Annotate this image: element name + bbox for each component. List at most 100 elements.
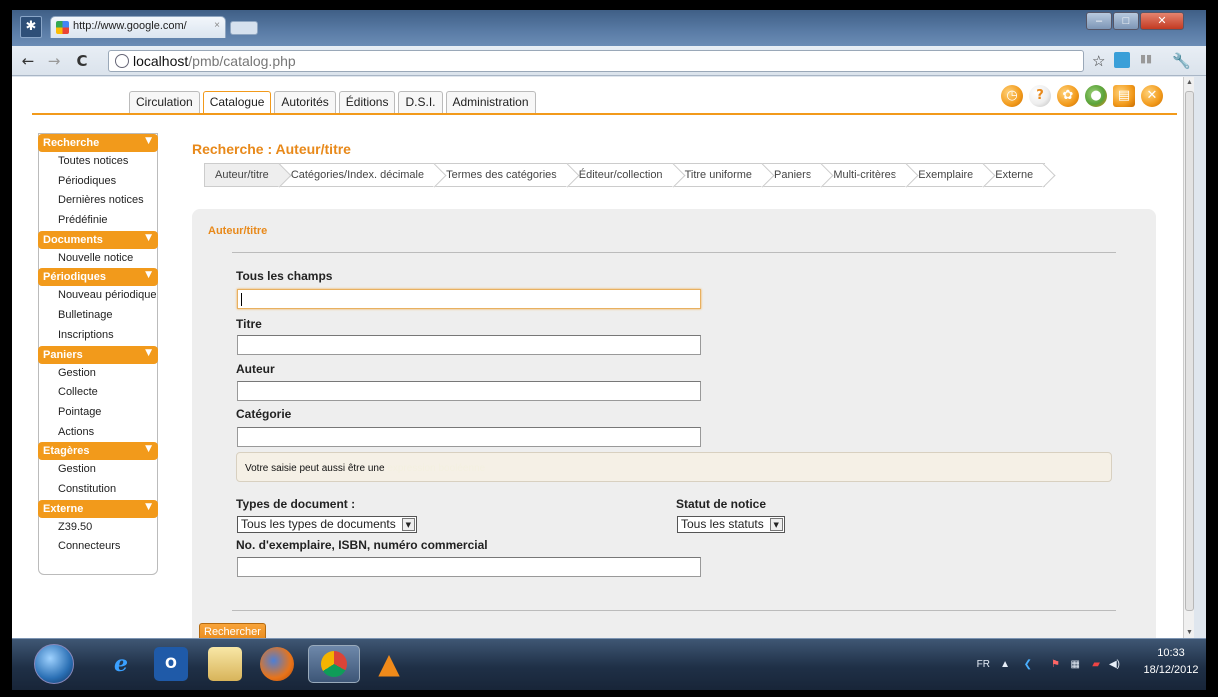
sidebar-item-collecte[interactable]: Collecte [39, 383, 157, 403]
wrench-icon[interactable]: 🔧 [1172, 52, 1191, 70]
forward-arrow-icon[interactable]: → [44, 51, 64, 71]
network-icon[interactable]: ▦ [1071, 659, 1080, 670]
maximize-button[interactable]: □ [1113, 12, 1139, 30]
file-explorer-icon[interactable] [208, 647, 242, 681]
volume-icon[interactable]: ◀) [1109, 659, 1120, 670]
menu-tab-autorites[interactable]: Autorités [274, 91, 336, 113]
outlook-icon[interactable]: O [154, 647, 188, 681]
subtab-titre-uniforme[interactable]: Titre uniforme [674, 163, 765, 187]
tab-close-icon[interactable]: × [214, 20, 220, 31]
sidebar-item-inscriptions[interactable]: Inscriptions [39, 326, 157, 346]
save-icon[interactable]: ▤ [1113, 85, 1135, 107]
status-label: Statut de notice [676, 497, 767, 511]
title-input[interactable] [237, 335, 701, 355]
close-window-button[interactable]: ✕ [1140, 12, 1184, 30]
sidebar-item-bulletinage[interactable]: Bulletinage [39, 306, 157, 326]
doc-types-select[interactable]: Tous les types de documents ▼ [237, 516, 417, 533]
signal-icon: ▮▮ [1140, 52, 1153, 65]
menu-underline [32, 113, 1177, 115]
subtab-editeur-collection[interactable]: Éditeur/collection [568, 163, 675, 187]
sidebar-section-title: Périodiques [43, 271, 106, 284]
sidebar-item-actions[interactable]: Actions [39, 423, 157, 443]
copy-number-label: No. d'exemplaire, ISBN, numéro commercia… [236, 538, 488, 552]
extension-icon[interactable] [1114, 52, 1130, 68]
status-select[interactable]: Tous les statuts ▼ [677, 516, 785, 533]
divider [232, 252, 1116, 253]
caret-down-icon: ▼ [145, 232, 152, 243]
page-title: Recherche : Auteur/titre [192, 141, 351, 157]
subtab-termes-categories[interactable]: Termes des catégories [436, 163, 569, 187]
help-icon[interactable]: ? [1029, 85, 1051, 107]
address-host: localhost [133, 53, 189, 69]
tray-app-icon[interactable]: ❮ [1024, 659, 1032, 670]
browser-tab[interactable]: http://www.google.com/ × [50, 16, 226, 38]
chrome-taskbar-item[interactable] [308, 645, 360, 683]
sidebar-item-toutes-notices[interactable]: Toutes notices [39, 152, 157, 172]
sidebar-section-paniers[interactable]: Paniers ▼ [38, 345, 158, 364]
tray-arrow-icon[interactable]: ▲ [1000, 659, 1010, 670]
user-icon[interactable]: ● [1085, 85, 1107, 107]
subtab-multi-criteres[interactable]: Multi-critères [823, 163, 909, 187]
sidebar-section-recherche[interactable]: Recherche ▼ [38, 134, 158, 152]
start-button[interactable] [34, 644, 74, 684]
menu-tab-dsi[interactable]: D.S.I. [398, 91, 443, 113]
category-input[interactable] [237, 427, 701, 447]
sidebar-section-etageres[interactable]: Etagères ▼ [38, 442, 158, 461]
sidebar-item-gestion[interactable]: Gestion [39, 460, 157, 480]
menu-tab-catalogue[interactable]: Catalogue [202, 91, 272, 113]
sidebar-section-title: Documents [43, 233, 103, 246]
new-tab-button[interactable] [230, 21, 258, 35]
app-icon[interactable]: ✱ [20, 16, 42, 38]
firefox-icon[interactable] [260, 647, 294, 681]
clock-icon[interactable]: ◷ [1001, 85, 1023, 107]
address-path: /pmb/catalog.php [188, 53, 296, 69]
sidebar-item-nouveau-periodique[interactable]: Nouveau périodique [39, 286, 157, 306]
subtab-auteur-titre[interactable]: Auteur/titre [204, 163, 281, 187]
title-label: Titre [236, 317, 262, 331]
sidebar-section-externe[interactable]: Externe ▼ [38, 499, 158, 518]
menu-tab-editions[interactable]: Éditions [338, 91, 396, 113]
bookmark-star-icon[interactable]: ☆ [1092, 52, 1105, 70]
sidebar-item-nouvelle-notice[interactable]: Nouvelle notice [39, 249, 157, 269]
scrollbar-thumb[interactable] [1185, 91, 1194, 611]
sidebar-item-constitution[interactable]: Constitution [39, 480, 157, 500]
address-bar[interactable]: localhost/pmb/catalog.php [108, 50, 1084, 72]
internet-explorer-icon[interactable]: e [104, 647, 138, 681]
google-favicon-icon [56, 21, 69, 34]
sidebar-item-gestion[interactable]: Gestion [39, 364, 157, 384]
action-center-icon[interactable]: ⚑ [1051, 659, 1060, 670]
sidebar-item-dernieres-notices[interactable]: Dernières notices [39, 191, 157, 211]
subtab-exemplaire[interactable]: Exemplaire [908, 163, 986, 187]
battery-icon[interactable]: ▰ [1092, 659, 1100, 670]
sidebar-item-predefinie[interactable]: Prédéfinie [39, 211, 157, 231]
scroll-up-icon[interactable]: ▲ [1186, 79, 1193, 86]
close-icon[interactable]: ✕ [1141, 85, 1163, 107]
scroll-down-icon[interactable]: ▼ [1186, 629, 1193, 636]
clock[interactable]: 10:33 18/12/2012 [1142, 645, 1200, 679]
minimize-button[interactable]: – [1086, 12, 1112, 30]
sidebar-item-z3950[interactable]: Z39.50 [39, 518, 157, 538]
sidebar-section-title: Externe [43, 502, 84, 515]
back-arrow-icon[interactable]: ← [18, 51, 38, 71]
sidebar-item-pointage[interactable]: Pointage [39, 403, 157, 423]
browser-toolbar: ← → C localhost/pmb/catalog.php ☆ ▮▮ 🔧 [12, 46, 1206, 76]
reload-icon[interactable]: C [72, 51, 92, 71]
page-scrollbar[interactable]: ▲ ▼ [1183, 77, 1194, 638]
search-button[interactable]: Rechercher [199, 623, 266, 638]
settings-icon[interactable]: ✿ [1057, 85, 1079, 107]
menu-tab-circulation[interactable]: Circulation [129, 91, 200, 113]
subtab-categories[interactable]: Catégories/Index. décimale [280, 163, 437, 187]
sidebar-section-periodiques[interactable]: Périodiques ▼ [38, 268, 158, 287]
author-input[interactable] [237, 381, 701, 401]
sidebar-item-connecteurs[interactable]: Connecteurs [39, 537, 157, 557]
vlc-icon[interactable]: ▲ [372, 647, 406, 681]
language-indicator[interactable]: FR [977, 659, 990, 670]
boolean-expression-link[interactable]: expression booléenne [387, 463, 485, 474]
menu-tab-administration[interactable]: Administration [445, 91, 536, 113]
sidebar-section-documents[interactable]: Documents ▼ [38, 230, 158, 249]
dropdown-arrow-icon: ▼ [769, 518, 783, 531]
sidebar-item-periodiques[interactable]: Périodiques [39, 172, 157, 192]
all-fields-input[interactable] [237, 289, 701, 309]
copy-number-input[interactable] [237, 557, 701, 577]
caret-down-icon: ▼ [145, 501, 152, 512]
